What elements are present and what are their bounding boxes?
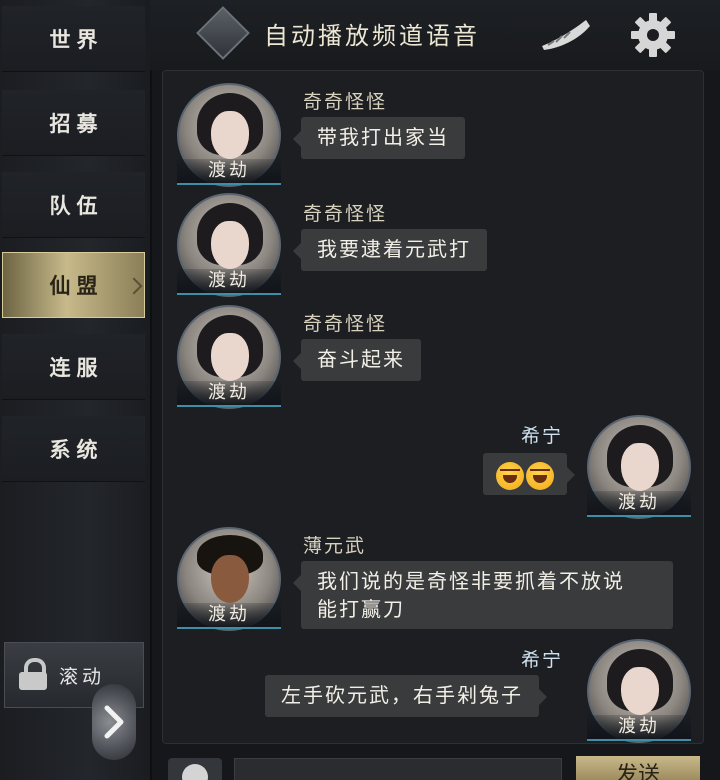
chevron-right-icon xyxy=(125,277,143,295)
realm-title: 渡劫 xyxy=(177,159,281,185)
voice-input-button[interactable] xyxy=(168,758,222,780)
message-text: 奋斗起来 xyxy=(317,347,405,371)
realm-title: 渡劫 xyxy=(177,269,281,295)
tab-alliance[interactable]: 仙盟 xyxy=(2,252,145,318)
laughing-emoji-icon xyxy=(526,461,554,490)
tab-cross-server[interactable]: 连服 xyxy=(2,334,145,400)
message-text: 左手砍元武，右手剁兔子 xyxy=(281,683,523,707)
sender-name[interactable]: 希宁 xyxy=(521,645,563,672)
gear-icon[interactable] xyxy=(630,12,676,58)
sender-name[interactable]: 奇奇怪怪 xyxy=(303,309,387,336)
message-text: 我要逮着元武打 xyxy=(317,237,471,261)
horn-icon[interactable] xyxy=(538,16,592,50)
message-bubble: 带我打出家当 xyxy=(293,117,465,159)
tab-system[interactable]: 系统 xyxy=(2,416,145,482)
sender-name[interactable]: 奇奇怪怪 xyxy=(303,87,387,114)
lock-icon xyxy=(19,658,49,692)
message-bubble: 左手砍元武，右手剁兔子 xyxy=(265,675,547,717)
message-text-line: 我们说的是奇怪非要抓着不放说 xyxy=(317,569,625,593)
chat-header: 自动播放频道语音 xyxy=(150,0,720,70)
input-bar: 发送 xyxy=(150,748,720,780)
scroll-lock-label: 滚动 xyxy=(59,665,106,688)
sender-name[interactable]: 希宁 xyxy=(521,421,563,448)
realm-title: 渡劫 xyxy=(587,491,691,517)
auto-play-voice-label: 自动播放频道语音 xyxy=(264,22,480,50)
chat-window: 世界 招募 队伍 仙盟 连服 系统 滚动 自动播放频道语音 渡劫 奇奇怪怪 带我… xyxy=(0,0,720,780)
message-bubble: 我们说的是奇怪非要抓着不放说 能打赢刀 xyxy=(293,561,673,629)
collapse-panel-button[interactable] xyxy=(92,684,136,760)
realm-title: 渡劫 xyxy=(177,381,281,407)
message-input[interactable] xyxy=(234,758,562,780)
laughing-emoji-icon xyxy=(496,461,524,490)
chevron-right-icon xyxy=(104,705,124,739)
voice-toggle-diamond[interactable] xyxy=(196,6,250,60)
tab-team[interactable]: 队伍 xyxy=(2,172,145,238)
tab-alliance-label: 仙盟 xyxy=(49,273,104,298)
realm-title: 渡劫 xyxy=(587,715,691,741)
message-text-line: 能打赢刀 xyxy=(317,597,405,621)
channel-sidebar: 世界 招募 队伍 仙盟 连服 系统 滚动 xyxy=(0,0,152,780)
chat-message-list[interactable]: 渡劫 奇奇怪怪 带我打出家当 渡劫 奇奇怪怪 我要逮着元武打 渡劫 奇奇怪怪 奋… xyxy=(162,70,704,744)
message-bubble: 奋斗起来 xyxy=(293,339,421,381)
send-button[interactable]: 发送 xyxy=(576,756,700,780)
message-bubble xyxy=(483,453,575,495)
message-text: 带我打出家当 xyxy=(317,125,449,149)
message-bubble: 我要逮着元武打 xyxy=(293,229,487,271)
sender-name[interactable]: 奇奇怪怪 xyxy=(303,199,387,226)
sender-name[interactable]: 薄元武 xyxy=(303,531,366,558)
realm-title: 渡劫 xyxy=(177,603,281,629)
tab-recruit[interactable]: 招募 xyxy=(2,90,145,156)
tab-world[interactable]: 世界 xyxy=(2,6,145,72)
